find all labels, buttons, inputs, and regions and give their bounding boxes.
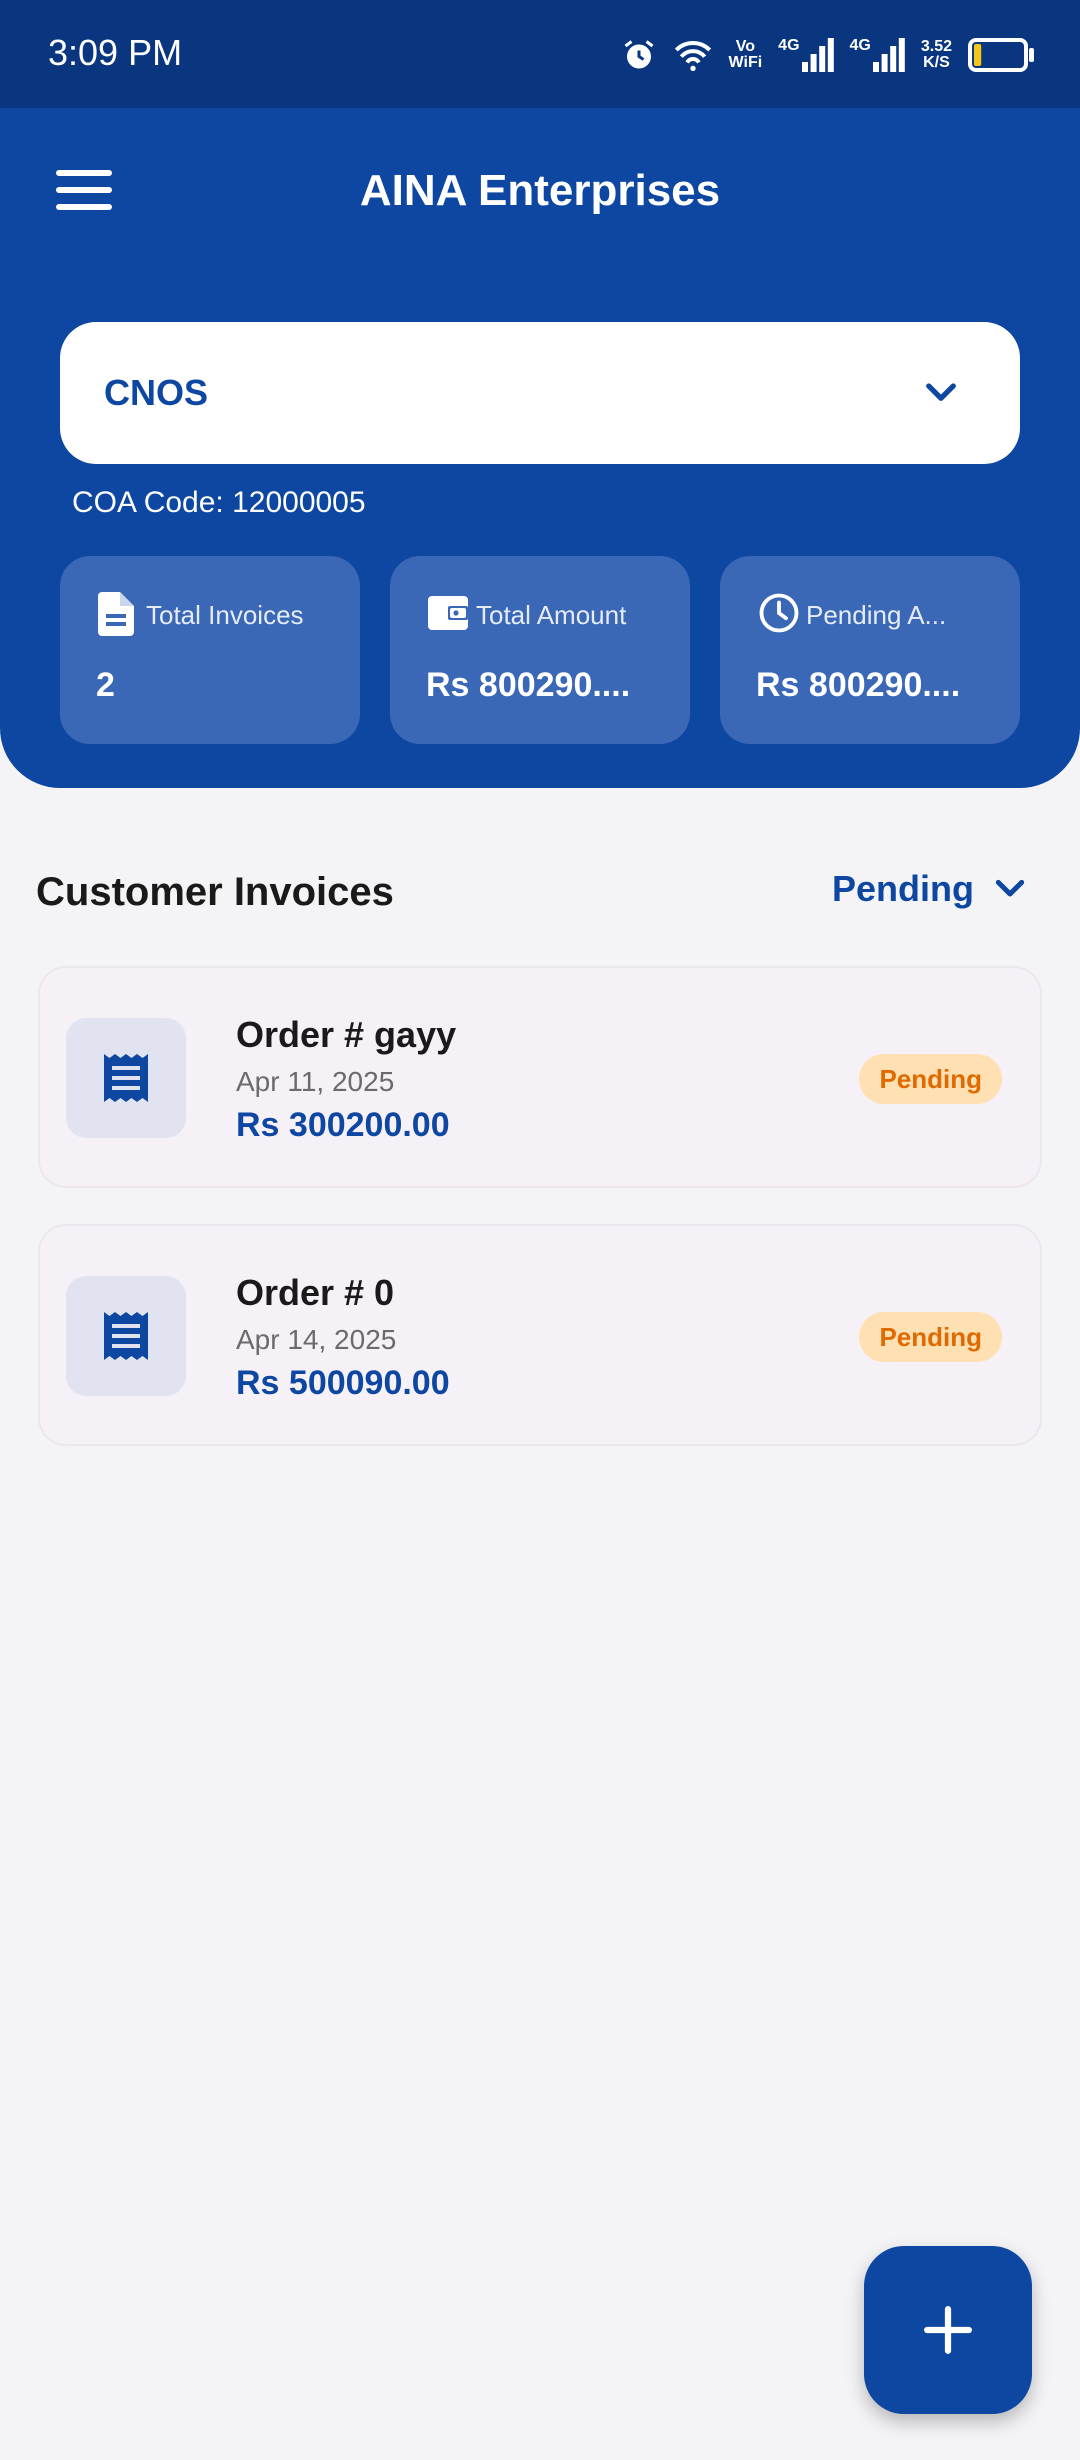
order-number: Order # 0 (236, 1272, 395, 1313)
stat-card-pending-amount: Pending A... Rs 800290.... (720, 556, 1020, 744)
network-speed: 3.52 K/S (920, 38, 952, 71)
invoice-thumbnail (66, 1018, 186, 1138)
order-date: Apr 14, 2025 (236, 1324, 397, 1355)
signal-2: 4G (850, 38, 905, 72)
customer-dropdown[interactable]: CNOS (60, 322, 1020, 464)
status-badge: Pending (859, 1054, 1002, 1104)
coa-code: COA Code: 12000005 (72, 486, 366, 519)
order-amount: Rs 300200.00 (236, 1106, 450, 1144)
invoice-card[interactable]: Order # gayy Apr 11, 2025 Rs 300200.00 P… (38, 966, 1042, 1188)
chevron-down-icon (995, 879, 1025, 897)
receipt-icon (104, 1312, 148, 1360)
stat-label: Total Amount (476, 600, 627, 630)
filter-label: Pending (832, 868, 974, 909)
stat-label: Total Invoices (146, 600, 304, 630)
stat-value: Rs 800290.... (426, 666, 631, 704)
add-invoice-button[interactable] (864, 2246, 1032, 2414)
section-title: Customer Invoices (36, 870, 394, 914)
signal-1: 4G (778, 38, 834, 72)
status-time: 3:09 PM (48, 32, 183, 73)
order-number: Order # gayy (236, 1014, 457, 1055)
invoice-thumbnail (66, 1276, 186, 1396)
status-icons: Vo WiFi 4G 4G 3.52 K/S (621, 32, 1036, 78)
stat-card-total-amount: Total Amount Rs 800290.... (390, 556, 690, 744)
stat-label: Pending A... (806, 600, 947, 630)
invoice-card[interactable]: Order # 0 Apr 14, 2025 Rs 500090.00 Pend… (38, 1224, 1042, 1446)
signal-bars-icon (872, 38, 905, 72)
chevron-down-icon (926, 383, 956, 401)
receipt-icon (104, 1054, 148, 1102)
status-bar: 3:09 PM Vo WiFi 4G 4G 3.52 K/S (0, 0, 1080, 108)
status-filter-dropdown[interactable]: Pending (832, 868, 1030, 910)
plus-icon (924, 2306, 972, 2354)
app-title: AINA Enterprises (359, 166, 721, 215)
stat-value: Rs 800290.... (756, 666, 961, 704)
status-badge: Pending (859, 1312, 1002, 1362)
wifi-icon (674, 41, 711, 71)
stat-value: 2 (96, 666, 115, 704)
stat-card-total-invoices: Total Invoices 2 (60, 556, 360, 744)
signal-bars-icon (801, 38, 834, 72)
customer-selected-value: CNOS (104, 372, 209, 413)
vowifi-label: Vo WiFi (728, 38, 763, 71)
battery-icon (968, 38, 1034, 72)
wallet-icon (428, 596, 468, 630)
order-amount: Rs 500090.00 (236, 1364, 450, 1402)
clock-icon (759, 593, 799, 633)
alarm-icon (624, 40, 653, 69)
order-date: Apr 11, 2025 (236, 1066, 395, 1097)
document-icon (98, 592, 134, 636)
